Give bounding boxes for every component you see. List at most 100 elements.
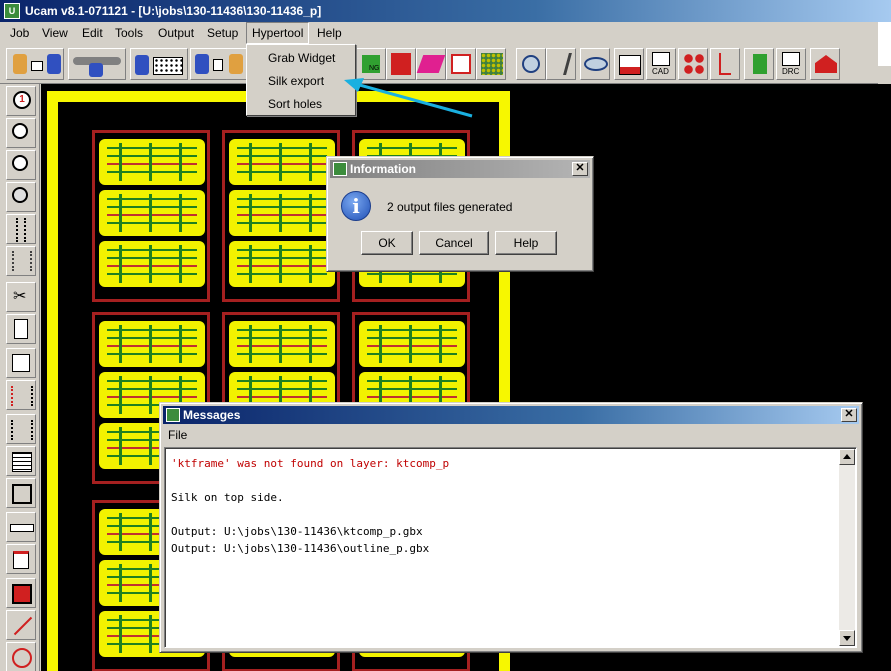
left-toolbar: 1 ✂ bbox=[0, 84, 40, 671]
chart-button[interactable] bbox=[614, 48, 644, 80]
copy-button[interactable] bbox=[6, 314, 36, 344]
paste-button[interactable] bbox=[6, 348, 36, 378]
menu-job[interactable]: Job bbox=[5, 22, 34, 44]
zoom-step-one-button[interactable]: 1 bbox=[6, 86, 36, 116]
ng-label: NG bbox=[369, 65, 380, 72]
zoom-one-icon: 1 bbox=[13, 91, 31, 109]
ok-button[interactable]: OK bbox=[361, 231, 413, 255]
export-button[interactable] bbox=[190, 48, 248, 80]
menu-setup[interactable]: Setup bbox=[202, 22, 243, 44]
distribute-button[interactable] bbox=[6, 414, 36, 444]
messages-title-bar: Messages ✕ bbox=[163, 406, 859, 424]
pcb-board bbox=[92, 130, 210, 302]
menu-output[interactable]: Output bbox=[153, 22, 199, 44]
ruler-button[interactable] bbox=[6, 512, 36, 542]
list-button[interactable] bbox=[6, 446, 36, 476]
app-icon bbox=[166, 408, 180, 422]
line-button[interactable] bbox=[6, 610, 36, 640]
measure-button[interactable] bbox=[744, 48, 774, 80]
app-icon bbox=[333, 162, 347, 176]
menu-file[interactable]: File bbox=[168, 428, 187, 442]
tree-icon bbox=[719, 53, 731, 75]
scroll-up-button[interactable] bbox=[839, 449, 855, 465]
layers-icon bbox=[13, 551, 29, 569]
document-icon bbox=[14, 319, 28, 339]
zoom-window-button[interactable] bbox=[6, 182, 36, 212]
zoom-in-button[interactable] bbox=[6, 118, 36, 148]
tools-button[interactable] bbox=[68, 48, 126, 80]
skeleton-button[interactable] bbox=[6, 214, 36, 244]
zoom-window-icon bbox=[12, 187, 28, 203]
title-bar: U Ucam v8.1-071121 - [U:\jobs\130-11436\… bbox=[0, 0, 891, 22]
person-icon bbox=[13, 54, 27, 74]
menu-item-grab-widget[interactable]: Grab Widget bbox=[250, 47, 352, 69]
house-icon bbox=[815, 55, 837, 73]
grid-icon bbox=[153, 57, 183, 75]
zoom-in-icon bbox=[12, 123, 28, 139]
panel-button[interactable] bbox=[130, 48, 188, 80]
drill-button[interactable] bbox=[6, 246, 36, 276]
pcb-board bbox=[222, 130, 340, 302]
log-line: Silk on top side. bbox=[171, 491, 284, 504]
distribute-icon bbox=[11, 420, 33, 440]
dialog-title: Information bbox=[350, 162, 416, 176]
log-line: 'ktframe' was not found on layer: ktcomp… bbox=[171, 457, 450, 470]
info-icon: i bbox=[341, 191, 371, 221]
eye-button[interactable] bbox=[580, 48, 610, 80]
move-button[interactable] bbox=[6, 478, 36, 508]
person-icon bbox=[135, 55, 149, 75]
percent-button[interactable] bbox=[546, 48, 576, 80]
satellite-button[interactable] bbox=[516, 48, 546, 80]
circle-button[interactable] bbox=[6, 642, 36, 671]
help-button[interactable]: Help bbox=[495, 231, 557, 255]
home-button[interactable] bbox=[810, 48, 840, 80]
percent-icon bbox=[550, 53, 572, 75]
drc-label: DRC bbox=[782, 67, 800, 76]
pads-button[interactable] bbox=[678, 48, 708, 80]
menu-view[interactable]: View bbox=[37, 22, 73, 44]
cad-icon bbox=[652, 52, 670, 66]
cut-button[interactable]: ✂ bbox=[6, 282, 36, 312]
cad-button[interactable]: CAD bbox=[646, 48, 676, 80]
drill-icon bbox=[12, 251, 32, 271]
fill-button[interactable] bbox=[6, 578, 36, 608]
app-icon: U bbox=[4, 3, 20, 19]
scissors-icon: ✂ bbox=[13, 288, 27, 305]
cad-label: CAD bbox=[652, 67, 669, 76]
layers-button[interactable] bbox=[6, 544, 36, 574]
menu-help[interactable]: Help bbox=[312, 22, 347, 44]
grid-button[interactable] bbox=[476, 48, 506, 80]
cancel-button[interactable]: Cancel bbox=[419, 231, 489, 255]
vertical-scrollbar[interactable] bbox=[839, 449, 855, 646]
zoom-out-button[interactable] bbox=[6, 150, 36, 180]
circle-icon bbox=[12, 648, 32, 668]
menu-tools[interactable]: Tools bbox=[110, 22, 148, 44]
close-button[interactable]: ✕ bbox=[572, 162, 588, 176]
eye-icon bbox=[584, 57, 608, 71]
person-icon bbox=[89, 63, 103, 77]
annotation-arrow bbox=[344, 78, 473, 118]
menu-hypertool[interactable]: Hypertool bbox=[246, 22, 310, 44]
scroll-down-button[interactable] bbox=[839, 630, 855, 646]
document-icon bbox=[31, 61, 43, 71]
tree-button[interactable] bbox=[710, 48, 740, 80]
menu-bar: Job View Edit Tools Output Setup Hyperto… bbox=[0, 22, 891, 44]
pads-icon bbox=[683, 53, 705, 75]
messages-log[interactable]: 'ktframe' was not found on layer: ktcomp… bbox=[164, 447, 857, 648]
menu-edit[interactable]: Edit bbox=[77, 22, 108, 44]
information-dialog: Information ✕ i 2 output files generated… bbox=[326, 156, 594, 272]
skeleton-icon bbox=[16, 218, 26, 242]
line-icon bbox=[13, 616, 33, 636]
measure-icon bbox=[753, 54, 767, 74]
drc-button[interactable]: DRC bbox=[776, 48, 806, 80]
fill-icon bbox=[12, 584, 32, 604]
dialog-message: 2 output files generated bbox=[387, 200, 513, 214]
close-button[interactable]: ✕ bbox=[841, 408, 857, 422]
load-job-button[interactable] bbox=[6, 48, 64, 80]
person-icon bbox=[47, 54, 61, 74]
log-line: Output: U:\jobs\130-11436\outline_p.gbx bbox=[171, 542, 430, 555]
align-button[interactable] bbox=[6, 380, 36, 410]
messages-window: Messages ✕ File 'ktframe' was not found … bbox=[159, 402, 863, 653]
